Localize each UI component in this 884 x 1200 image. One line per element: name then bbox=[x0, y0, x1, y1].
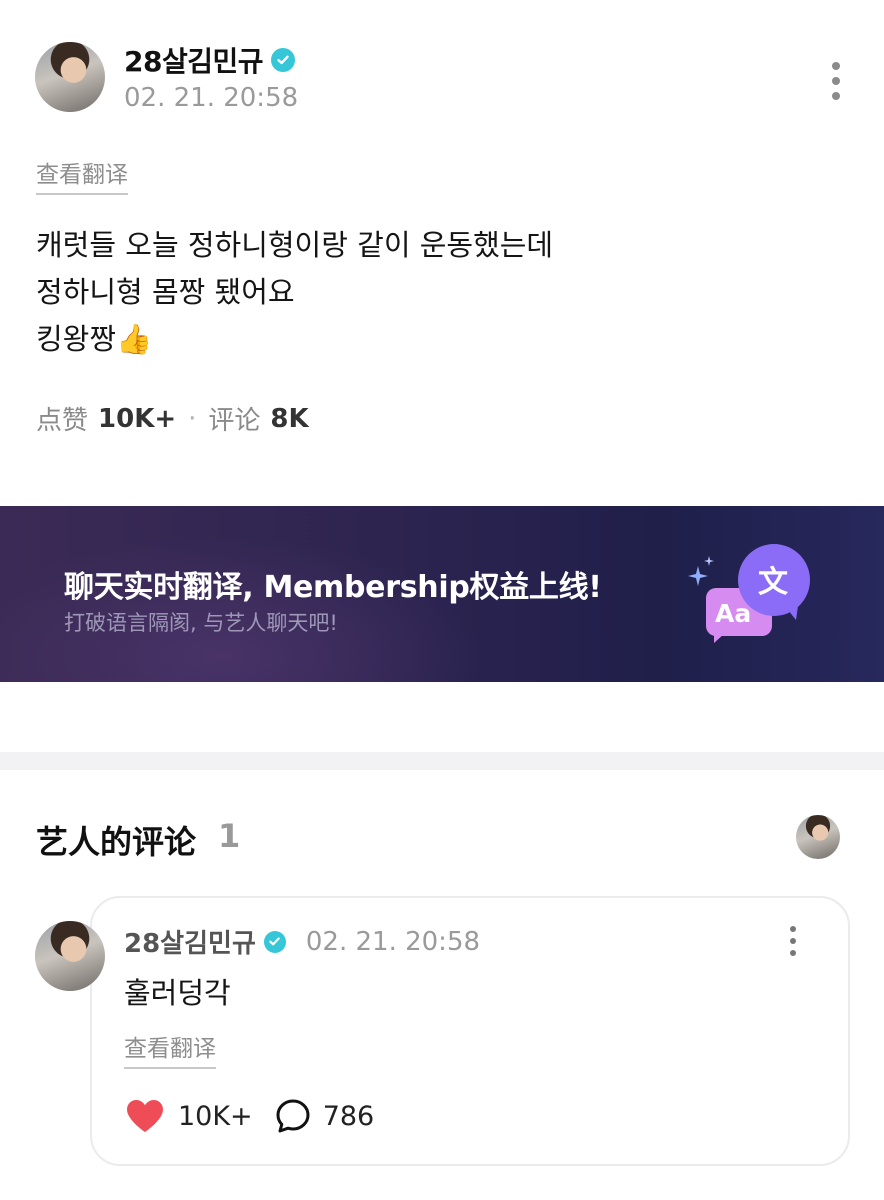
more-options-icon[interactable] bbox=[832, 62, 840, 100]
artist-comments-title: 艺人的评论 bbox=[36, 823, 197, 861]
comment-reply-button[interactable]: 786 bbox=[275, 1098, 375, 1134]
banner-subtitle: 打破语言隔阂, 与艺人聊天吧! bbox=[64, 611, 338, 635]
translate-badge-front: 文 bbox=[758, 565, 788, 600]
comments-label[interactable]: 评论 bbox=[208, 400, 260, 437]
comment-text: 훌러덩각 bbox=[124, 976, 231, 1010]
post-line: 캐럿들 오늘 정하니형이랑 같이 운동했는데 bbox=[36, 228, 554, 262]
verified-badge-icon bbox=[271, 48, 296, 72]
likes-label[interactable]: 点赞 bbox=[36, 400, 88, 437]
post-line: 킹왕짱👍 bbox=[36, 322, 153, 356]
heart-icon[interactable] bbox=[126, 1099, 164, 1133]
likes-count[interactable]: 10K+ bbox=[98, 404, 176, 434]
speech-bubble-icon bbox=[276, 1099, 310, 1133]
post-line: 정하니형 몸짱 됐어요 bbox=[36, 275, 295, 309]
artist-avatar-small[interactable] bbox=[796, 815, 840, 859]
comment-header: 28살김민규 02. 21. 20:58 bbox=[124, 923, 480, 960]
stats-separator: · bbox=[188, 403, 197, 434]
comment-actions: 10K+ 786 bbox=[126, 1098, 374, 1134]
translate-badge-back: Aa bbox=[715, 599, 751, 628]
section-divider bbox=[0, 752, 884, 770]
comment-translate-link[interactable]: 查看翻译 bbox=[124, 1029, 216, 1069]
post-author[interactable]: 28살김민규 bbox=[124, 40, 296, 80]
banner-title[interactable]: 聊天实时翻译, Membership权益上线! bbox=[64, 562, 602, 606]
comment-reply-count: 786 bbox=[322, 1100, 375, 1132]
more-options-icon[interactable] bbox=[790, 926, 796, 956]
post-author-avatar[interactable] bbox=[35, 42, 105, 112]
post-stats: 点赞 10K+ · 评论 8K bbox=[36, 400, 309, 437]
translate-icon: Aa 文 bbox=[688, 544, 810, 643]
post-timestamp: 02. 21. 20:58 bbox=[124, 83, 299, 113]
post-author-name[interactable]: 28살김민규 bbox=[124, 40, 264, 80]
comment-author-name[interactable]: 28살김민규 bbox=[124, 923, 256, 960]
comment-like-count: 10K+ bbox=[178, 1100, 253, 1132]
post-body: 캐럿들 오늘 정하니형이랑 같이 운동했는데 정하니형 몸짱 됐어요 킹왕짱👍 bbox=[36, 222, 553, 363]
artist-comments-count: 1 bbox=[218, 817, 241, 855]
comment-author-avatar[interactable] bbox=[35, 921, 105, 991]
post-translate-link[interactable]: 查看翻译 bbox=[36, 155, 128, 195]
verified-badge-icon bbox=[263, 930, 286, 953]
comments-count[interactable]: 8K bbox=[270, 404, 308, 434]
comment-timestamp: 02. 21. 20:58 bbox=[305, 926, 481, 957]
